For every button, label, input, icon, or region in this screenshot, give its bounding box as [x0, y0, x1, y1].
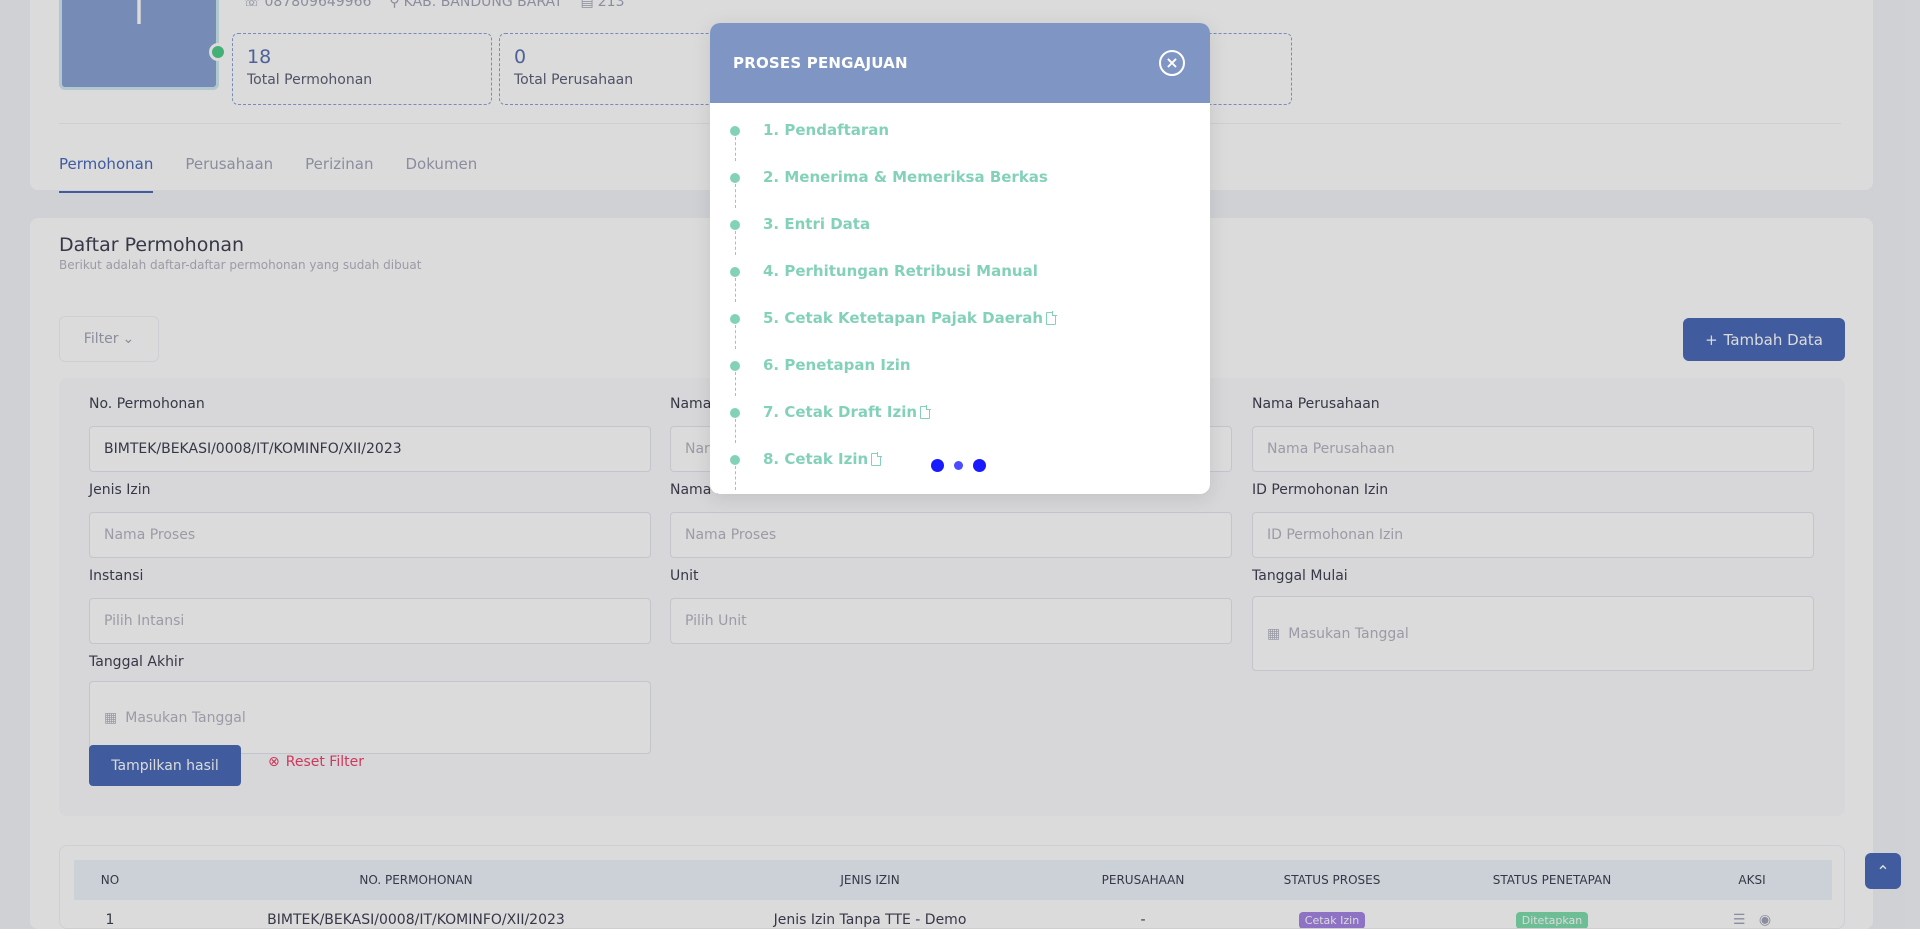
- step-dot: [730, 173, 740, 183]
- modal-title: PROSES PENGAJUAN: [733, 54, 908, 72]
- step-dot: [730, 455, 740, 465]
- step-dot: [730, 220, 740, 230]
- loading-indicator: [931, 459, 986, 472]
- step-label-text: 2. Menerima & Memeriksa Berkas: [763, 168, 1048, 186]
- step-dot: [730, 126, 740, 136]
- timeline-step: 5. Cetak Ketetapan Pajak Daerah: [710, 291, 1210, 349]
- step-dot: [730, 267, 740, 277]
- modal-header: PROSES PENGAJUAN ×: [710, 23, 1210, 103]
- timeline-step: 6. Penetapan Izin: [710, 338, 1210, 396]
- step-label: 4. Perhitungan Retribusi Manual: [763, 262, 1038, 280]
- document-icon[interactable]: [920, 404, 932, 419]
- step-label: 3. Entri Data: [763, 215, 870, 233]
- timeline-step: 2. Menerima & Memeriksa Berkas: [710, 150, 1210, 208]
- proses-pengajuan-modal: PROSES PENGAJUAN × 1. Pendaftaran 2. Mene…: [710, 23, 1210, 494]
- step-label-text: 1. Pendaftaran: [763, 121, 890, 139]
- step-dot: [730, 361, 740, 371]
- step-label-text: 4. Perhitungan Retribusi Manual: [763, 262, 1038, 280]
- step-label: 6. Penetapan Izin: [763, 356, 911, 374]
- loading-dot: [954, 461, 963, 470]
- step-label-text: 8. Cetak Izin: [763, 450, 869, 468]
- step-label-text: 6. Penetapan Izin: [763, 356, 911, 374]
- step-label: 5. Cetak Ketetapan Pajak Daerah: [763, 309, 1058, 327]
- timeline-step: 3. Entri Data: [710, 197, 1210, 255]
- step-label: 7. Cetak Draft Izin: [763, 403, 932, 421]
- loading-dot: [931, 459, 944, 472]
- step-label: 2. Menerima & Memeriksa Berkas: [763, 168, 1048, 186]
- step-label-text: 5. Cetak Ketetapan Pajak Daerah: [763, 309, 1044, 327]
- step-dot: [730, 408, 740, 418]
- step-label: 8. Cetak Izin: [763, 450, 883, 468]
- step-label-text: 7. Cetak Draft Izin: [763, 403, 918, 421]
- timeline-step: 4. Perhitungan Retribusi Manual: [710, 244, 1210, 302]
- timeline-step: 1. Pendaftaran: [710, 103, 1210, 161]
- document-icon[interactable]: [1046, 310, 1058, 325]
- step-connector: [735, 466, 736, 490]
- step-dot: [730, 314, 740, 324]
- step-label-text: 3. Entri Data: [763, 215, 871, 233]
- document-icon[interactable]: [871, 451, 883, 466]
- close-icon[interactable]: ×: [1159, 50, 1185, 76]
- loading-dot: [973, 459, 986, 472]
- timeline-step: 7. Cetak Draft Izin: [710, 385, 1210, 443]
- step-label: 1. Pendaftaran: [763, 121, 889, 139]
